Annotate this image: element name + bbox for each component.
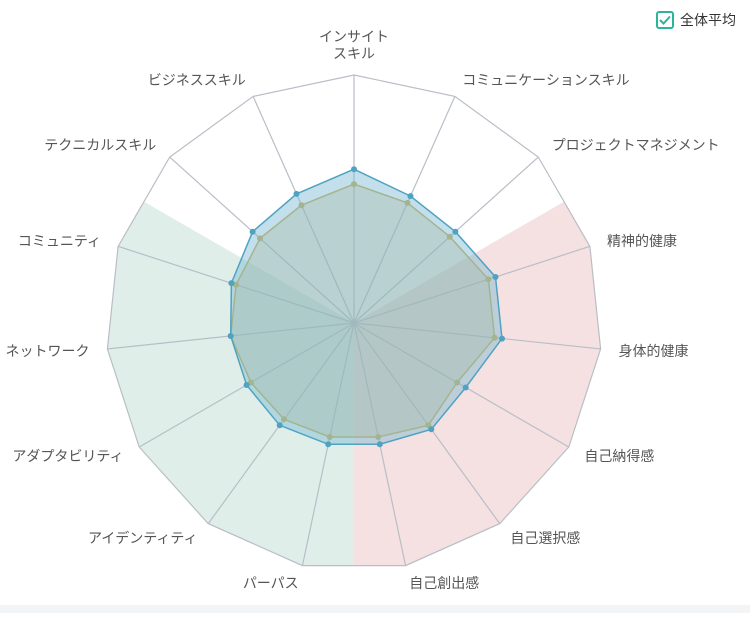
axis-label: 身体的健康 (619, 343, 689, 360)
checkmark-icon (659, 15, 671, 25)
data-point (325, 441, 332, 448)
axis-label: 自己創出感 (409, 575, 479, 592)
data-point (499, 335, 505, 342)
radar-chart: インサイト スキルコミュニケーションスキルプロジェクトマネジメント精神的健康身体的… (0, 0, 750, 613)
radar-svg: インサイトスキルコミュニケーションスキルプロジェクトマネジメント精神的健康身体的… (6, 30, 720, 593)
axis-label: コミュニケーションスキル (462, 73, 629, 89)
data-point (228, 280, 235, 287)
data-point (428, 426, 435, 433)
data-point (492, 274, 499, 280)
legend-item-overall-average[interactable]: 全体平均 (656, 10, 736, 30)
axis-label: インサイト (319, 30, 389, 46)
data-point (249, 228, 256, 235)
data-point (293, 190, 300, 197)
data-point (376, 441, 383, 448)
data-point (351, 166, 357, 173)
data-point (276, 422, 283, 429)
axis-label: アイデンティティ (88, 530, 198, 547)
axis-label: 自己納得感 (584, 448, 654, 465)
axis-label: プロジェクトマネジメント (552, 138, 720, 154)
axis-label: 自己選択感 (510, 530, 580, 547)
legend-label: 全体平均 (680, 13, 736, 29)
axis-label: ビジネススキル (148, 73, 246, 89)
data-point (227, 333, 234, 339)
data-point (243, 382, 250, 388)
axis-label: コミュニティ (18, 234, 101, 250)
data-point (452, 228, 459, 235)
axis-label: テクニカルスキル (44, 138, 156, 154)
axis-label: ネットワーク (6, 344, 90, 360)
axis-label: スキル (333, 47, 375, 63)
axis-label: パーパス (243, 576, 299, 592)
checkbox-icon[interactable] (656, 11, 674, 29)
data-point (407, 193, 414, 200)
axis-label: 精神的健康 (607, 233, 677, 250)
data-point (462, 384, 469, 391)
bottom-strip (0, 605, 750, 613)
axis-label: アダプタビリティ (12, 449, 123, 465)
